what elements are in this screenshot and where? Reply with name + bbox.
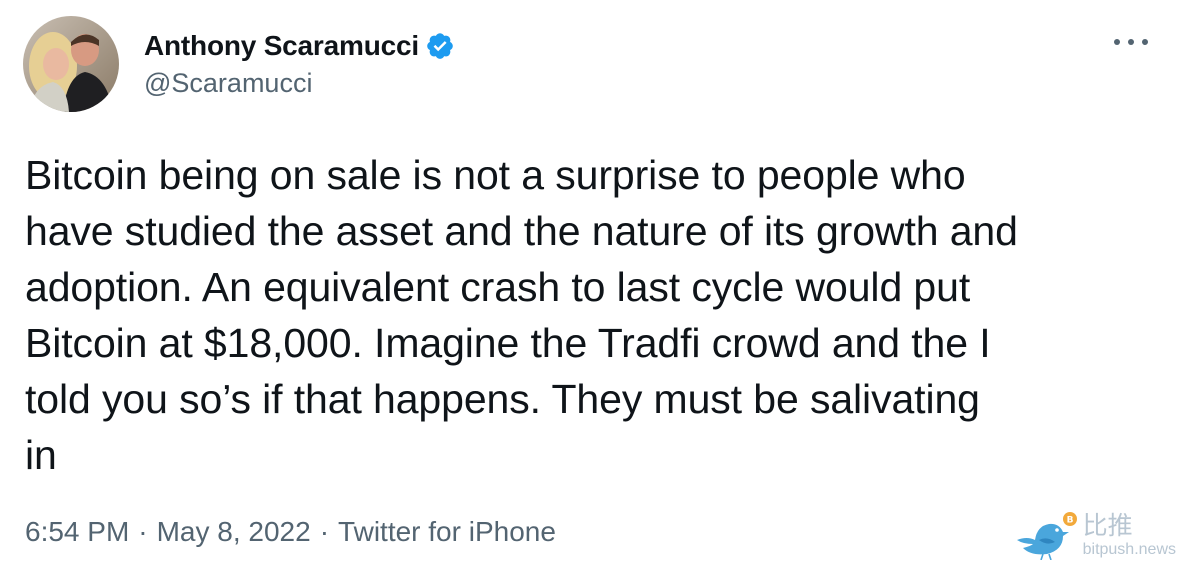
more-dot (1142, 39, 1148, 45)
svg-text:B: B (1066, 516, 1073, 526)
separator: · (319, 516, 330, 547)
more-options-icon[interactable] (1114, 30, 1148, 54)
separator: · (138, 516, 148, 547)
tweet-source[interactable]: Twitter for iPhone (338, 512, 556, 552)
avatar[interactable] (23, 16, 119, 112)
author-display-name[interactable]: Anthony Scaramucci (144, 29, 419, 63)
watermark-chinese: 比推 (1082, 511, 1133, 540)
watermark-text: 比推 bitpush.news (1083, 512, 1176, 560)
more-dot (1114, 39, 1120, 45)
tweet-metadata: 6:54 PM · May 8, 2022 · Twitter for iPho… (25, 512, 556, 552)
name-row: Anthony Scaramucci (144, 29, 455, 63)
tweet-card: Anthony Scaramucci @Scaramucci Bitcoin b… (0, 0, 1194, 580)
tweet-text: Bitcoin being on sale is not a surprise … (25, 152, 1018, 478)
tweet-date[interactable]: May 8, 2022 (157, 512, 311, 552)
tweet-header: Anthony Scaramucci @Scaramucci (23, 16, 455, 112)
author-info: Anthony Scaramucci @Scaramucci (144, 29, 455, 100)
author-handle[interactable]: @Scaramucci (144, 66, 455, 100)
watermark: B 比推 bitpush.news (1013, 510, 1176, 561)
bird-logo-icon: B (1013, 510, 1077, 561)
tweet-time[interactable]: 6:54 PM (25, 512, 129, 552)
more-dot (1128, 39, 1134, 45)
watermark-url: bitpush.news (1082, 541, 1176, 558)
verified-badge-icon (425, 31, 455, 61)
avatar-photo (23, 16, 119, 112)
